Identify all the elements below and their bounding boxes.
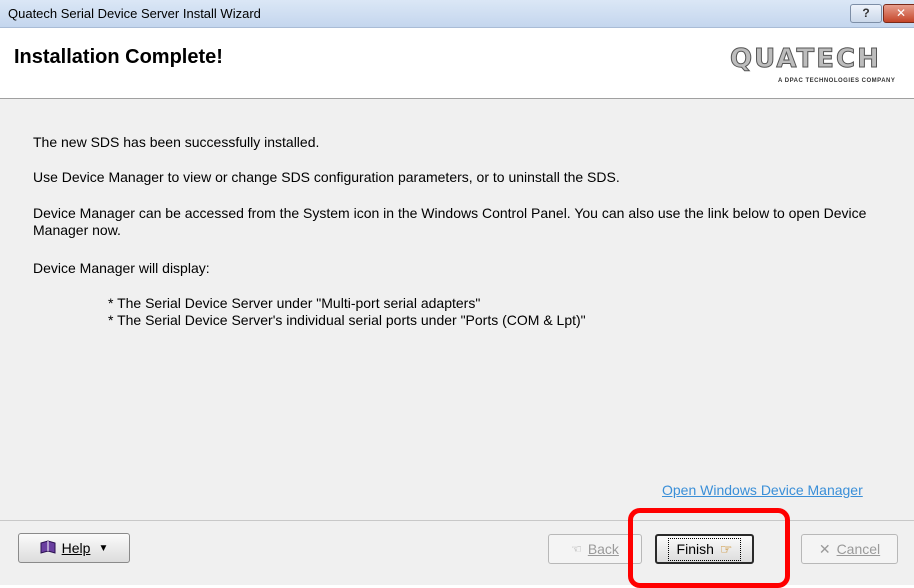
chevron-down-icon: ▼ (98, 542, 109, 554)
cancel-x-icon: ✕ (818, 540, 831, 557)
back-button-label: Back (587, 541, 619, 557)
device-manager-info: Use Device Manager to view or change SDS… (33, 169, 620, 185)
logo-wordmark: QUATECH (730, 44, 881, 75)
cancel-button-label: Cancel (836, 541, 881, 557)
cancel-button[interactable]: ✕ Cancel (801, 534, 898, 564)
finish-highlight-annotation (628, 508, 790, 588)
open-device-manager-link[interactable]: Open Windows Device Manager (662, 482, 863, 498)
back-arrow-icon: ☜ (571, 542, 582, 556)
help-book-icon (40, 539, 56, 557)
wizard-header: Installation Complete! QUATECH A DPAC TE… (0, 28, 914, 99)
bullet-ports: * The Serial Device Server's individual … (108, 312, 586, 328)
help-button[interactable]: Help ▼ (18, 533, 130, 563)
title-help-button[interactable]: ? (850, 4, 882, 23)
quatech-logo: QUATECH A DPAC TECHNOLOGIES COMPANY (730, 44, 914, 85)
device-manager-display-heading: Device Manager will display: (33, 260, 210, 276)
bullet-multiport: * The Serial Device Server under "Multi-… (108, 295, 481, 311)
logo-tagline: A DPAC TECHNOLOGIES COMPANY (778, 78, 896, 84)
success-message: The new SDS has been successfully instal… (33, 134, 320, 150)
wizard-content: The new SDS has been successfully instal… (0, 100, 914, 520)
title-close-button[interactable]: ✕ (883, 4, 914, 23)
help-button-label: Help (61, 540, 91, 556)
title-bar: Quatech Serial Device Server Install Wiz… (0, 0, 914, 28)
window-title: Quatech Serial Device Server Install Wiz… (8, 6, 261, 21)
page-title: Installation Complete! (14, 46, 223, 68)
device-manager-access-info: Device Manager can be accessed from the … (33, 205, 867, 238)
wizard-window: Quatech Serial Device Server Install Wiz… (0, 0, 914, 588)
